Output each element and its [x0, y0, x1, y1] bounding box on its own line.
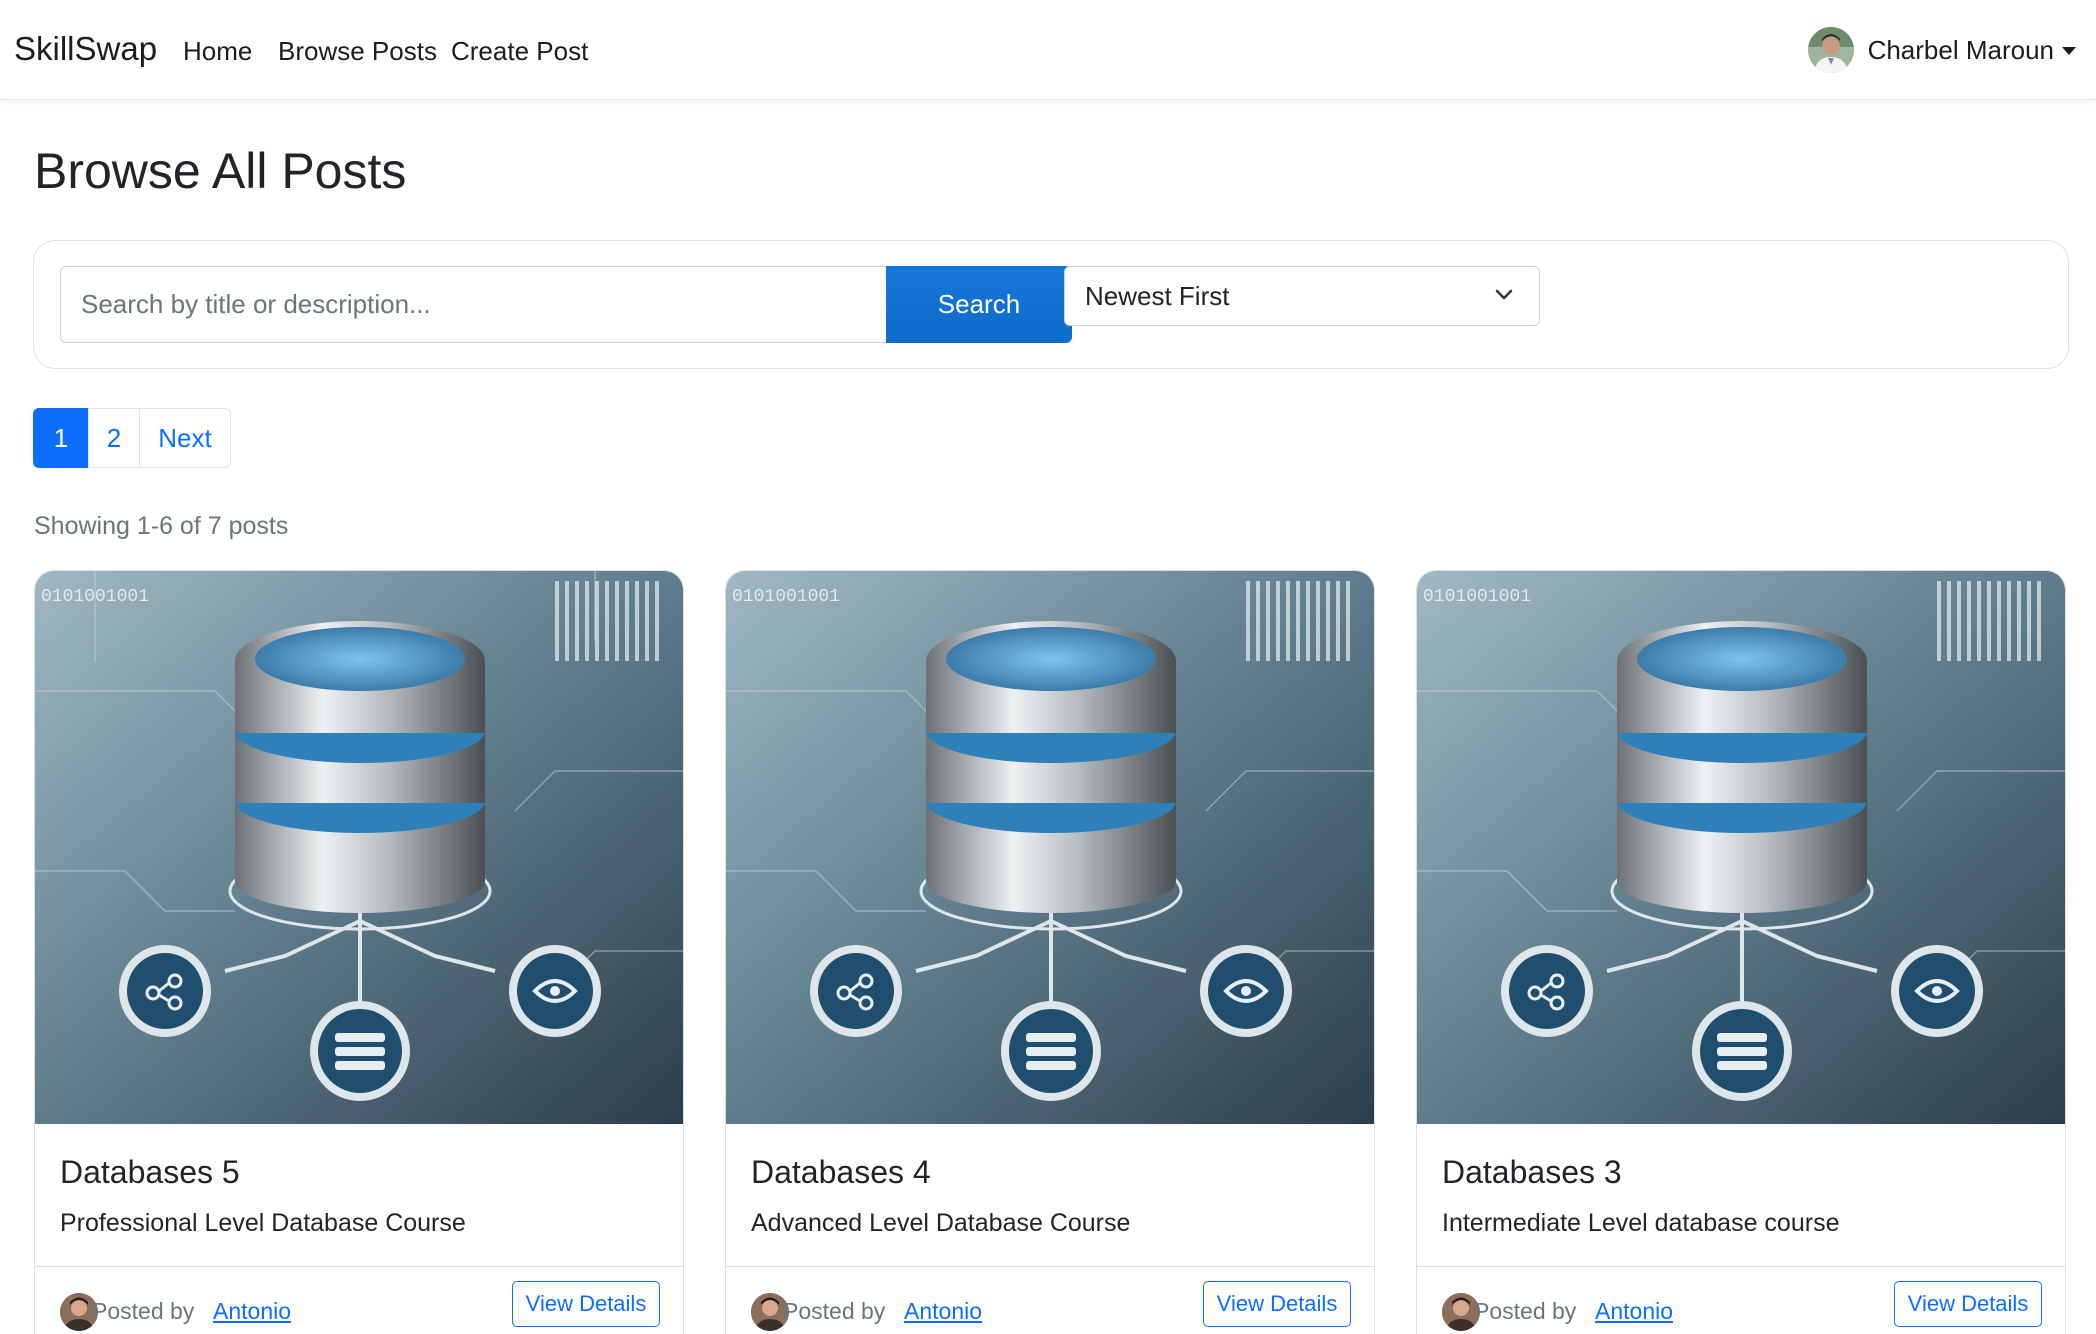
post-image[interactable]: 0101001001 — [35, 571, 683, 1124]
brand-logo[interactable]: SkillSwap — [14, 30, 157, 68]
post-title[interactable]: Databases 3 — [1442, 1154, 1622, 1191]
view-details-button[interactable]: View Details — [1203, 1281, 1351, 1327]
post-description: Intermediate Level database course — [1442, 1209, 1840, 1237]
post-card: 0101001001 Databases 3 Intermediate Leve… — [1416, 570, 2066, 1334]
author-link[interactable]: Antonio — [904, 1298, 982, 1325]
search-card: Search Newest First — [33, 240, 2069, 369]
posted-by-label: Posted by — [1474, 1298, 1577, 1324]
svg-text:0101001001: 0101001001 — [41, 587, 149, 607]
page-link-2[interactable]: 2 — [88, 408, 140, 468]
page-title: Browse All Posts — [34, 143, 407, 199]
user-avatar-icon — [1807, 27, 1854, 73]
post-description: Professional Level Database Course — [60, 1209, 466, 1237]
posted-by-label: Posted by — [783, 1298, 886, 1324]
view-details-button[interactable]: View Details — [512, 1281, 660, 1327]
nav-link-create-post[interactable]: Create Post — [451, 36, 588, 67]
nav-link-home[interactable]: Home — [183, 36, 252, 67]
author-link[interactable]: Antonio — [1595, 1298, 1673, 1325]
page-link-next[interactable]: Next — [139, 408, 231, 468]
user-name: Charbel Maroun — [1867, 34, 2054, 65]
svg-text:0101001001: 0101001001 — [732, 587, 840, 607]
post-card: 0101001001 Databases 5 Professional Leve… — [34, 570, 684, 1334]
author-link[interactable]: Antonio — [213, 1298, 291, 1325]
post-title[interactable]: Databases 4 — [751, 1154, 931, 1191]
nav-link-browse-posts[interactable]: Browse Posts — [278, 36, 437, 67]
page-link-1[interactable]: 1 — [33, 408, 89, 468]
search-input[interactable] — [60, 266, 922, 343]
view-details-button[interactable]: View Details — [1894, 1281, 2042, 1327]
pagination: 1 2 Next — [33, 408, 231, 468]
results-count: Showing 1-6 of 7 posts — [34, 512, 289, 540]
posted-by-label: Posted by — [92, 1298, 195, 1324]
post-card: 0101001001 Databases 4 Advanced Level Da… — [725, 570, 1375, 1334]
post-title[interactable]: Databases 5 — [60, 1154, 240, 1191]
post-image[interactable]: 0101001001 — [1417, 571, 2065, 1124]
search-button[interactable]: Search — [886, 266, 1072, 343]
sort-select[interactable]: Newest First — [1064, 266, 1540, 326]
user-menu[interactable]: Charbel Maroun — [1807, 24, 2076, 76]
chevron-down-icon — [1495, 289, 1513, 300]
sort-select-value: Newest First — [1085, 280, 1230, 311]
post-description: Advanced Level Database Course — [751, 1209, 1131, 1237]
post-image[interactable]: 0101001001 — [726, 571, 1374, 1124]
svg-text:0101001001: 0101001001 — [1423, 587, 1531, 607]
caret-down-icon — [2062, 47, 2076, 55]
navbar: SkillSwap Home Browse Posts Create Post … — [0, 0, 2096, 100]
